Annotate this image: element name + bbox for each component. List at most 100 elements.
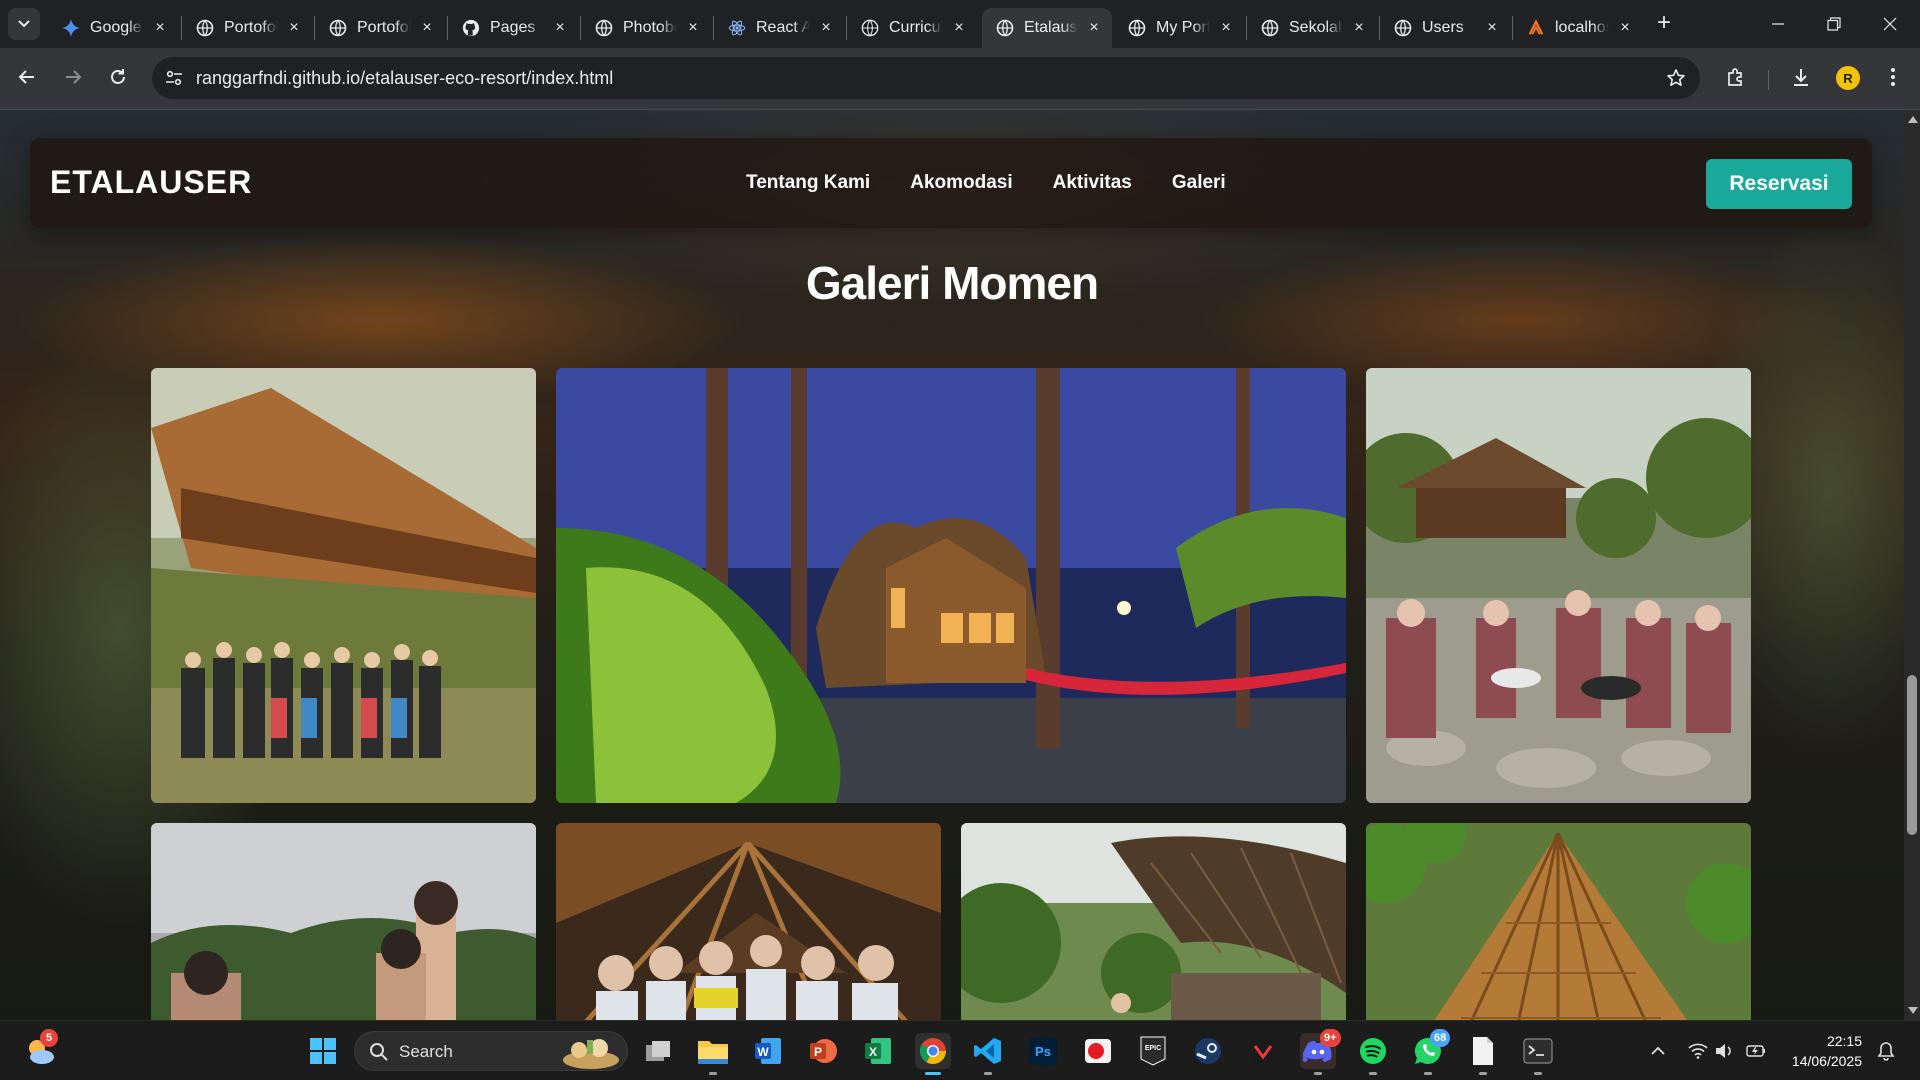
- tray-overflow-chevron-icon[interactable]: [1648, 1041, 1668, 1061]
- xampp-icon: [1527, 19, 1545, 37]
- tab-sekolah[interactable]: Sekolah ×: [1247, 8, 1377, 48]
- taskbar-vscode[interactable]: [970, 1033, 1006, 1075]
- svg-text:X: X: [869, 1045, 877, 1059]
- reservasi-button[interactable]: Reservasi: [1706, 159, 1852, 209]
- tab-pages[interactable]: Pages ×: [448, 8, 578, 48]
- system-clock[interactable]: 22:15 14/06/2025: [1788, 1031, 1862, 1071]
- svg-text:EPIC: EPIC: [1145, 1045, 1161, 1052]
- taskbar-search[interactable]: Search: [354, 1031, 628, 1071]
- vscode-icon: [974, 1038, 1001, 1064]
- tab-close-icon[interactable]: ×: [552, 20, 568, 36]
- taskbar-excel[interactable]: X: [860, 1033, 896, 1069]
- taskbar-media-app[interactable]: [1080, 1033, 1116, 1069]
- bookmark-star-icon[interactable]: [1664, 66, 1688, 90]
- taskbar-task-view[interactable]: [640, 1033, 676, 1069]
- tab-search-button[interactable]: [8, 8, 40, 40]
- tab-close-icon[interactable]: ×: [419, 20, 435, 36]
- close-window-button[interactable]: [1870, 8, 1910, 40]
- tab-close-icon[interactable]: ×: [286, 20, 302, 36]
- restore-button[interactable]: [1814, 8, 1854, 40]
- tab-close-icon[interactable]: ×: [951, 20, 967, 36]
- battery-icon[interactable]: [1746, 1041, 1766, 1061]
- taskbar-whatsapp[interactable]: 68: [1410, 1029, 1451, 1075]
- windows-taskbar: 5 Search W P X Ps EPIC 9+ 68 22:15 14/06…: [0, 1020, 1920, 1080]
- tab-label: Pages: [490, 19, 536, 36]
- gallery-photo-scouts-picnic[interactable]: [1366, 368, 1751, 803]
- site-info-icon[interactable]: [162, 66, 186, 90]
- weather-widget[interactable]: 5: [22, 1029, 58, 1069]
- windows-logo-icon: [310, 1038, 336, 1064]
- minimize-icon: [1772, 23, 1784, 25]
- tab-etalauser[interactable]: Etalauser ×: [982, 8, 1112, 48]
- scroll-down-arrow-icon[interactable]: [1908, 1007, 1918, 1014]
- tab-curriculum[interactable]: Curriculum ×: [847, 8, 977, 48]
- scroll-up-arrow-icon[interactable]: [1908, 116, 1918, 123]
- tab-close-icon[interactable]: ×: [1351, 20, 1367, 36]
- tab-close-icon[interactable]: ×: [1086, 20, 1102, 36]
- svg-text:P: P: [814, 1045, 822, 1059]
- tab-label: Users: [1422, 19, 1464, 36]
- tab-photobooth[interactable]: Photobooth ×: [581, 8, 711, 48]
- url-text[interactable]: ranggarfndi.github.io/etalauser-eco-reso…: [196, 68, 613, 89]
- tab-close-icon[interactable]: ×: [1617, 20, 1633, 36]
- taskbar-chrome[interactable]: [915, 1033, 951, 1075]
- site-logo[interactable]: ETALAUSER: [50, 164, 252, 201]
- nav-link-tentang-kami[interactable]: Tentang Kami: [746, 172, 870, 194]
- tab-portofolio-1[interactable]: Portofolio ×: [182, 8, 312, 48]
- back-button[interactable]: [12, 62, 42, 92]
- tab-close-icon[interactable]: ×: [685, 20, 701, 36]
- scrollbar-thumb[interactable]: [1907, 675, 1917, 835]
- gallery-photo-group-roof[interactable]: [556, 823, 941, 1020]
- taskbar-powerpoint[interactable]: P: [805, 1033, 841, 1069]
- discord-badge: 9+: [1320, 1029, 1341, 1047]
- taskbar-discord[interactable]: 9+: [1300, 1029, 1341, 1075]
- taskbar-steam[interactable]: [1190, 1033, 1226, 1069]
- tab-localhost[interactable]: localhost ×: [1513, 8, 1643, 48]
- start-button[interactable]: [305, 1033, 341, 1069]
- gallery-photo-children[interactable]: [151, 823, 536, 1020]
- taskbar-vivaldi[interactable]: [1245, 1033, 1281, 1069]
- tab-close-icon[interactable]: ×: [818, 20, 834, 36]
- taskbar-epic-games[interactable]: EPIC: [1135, 1033, 1171, 1069]
- tab-label: Photobooth: [623, 19, 677, 36]
- tab-my-portfolio[interactable]: My Portfolio ×: [1114, 8, 1244, 48]
- wifi-icon[interactable]: [1688, 1041, 1708, 1061]
- download-icon[interactable]: [1788, 64, 1814, 90]
- reload-button[interactable]: [103, 62, 133, 92]
- taskbar-file-explorer[interactable]: [695, 1033, 731, 1075]
- gallery-photo-cottage-night[interactable]: [556, 368, 1346, 803]
- new-tab-button[interactable]: +: [1652, 11, 1676, 36]
- tab-google[interactable]: Google ×: [48, 8, 178, 48]
- gallery-photo-roof-closeup[interactable]: [1366, 823, 1751, 1020]
- notification-bell-icon[interactable]: [1876, 1041, 1896, 1061]
- nav-link-akomodasi[interactable]: Akomodasi: [910, 172, 1012, 194]
- taskbar-spotify[interactable]: [1355, 1033, 1391, 1075]
- gallery-photo-group-hut[interactable]: [151, 368, 536, 803]
- minimize-button[interactable]: [1758, 8, 1798, 40]
- forward-button[interactable]: [58, 62, 88, 92]
- page-scrollbar[interactable]: [1904, 110, 1920, 1020]
- tab-close-icon[interactable]: ×: [1484, 20, 1500, 36]
- taskbar-terminal[interactable]: [1520, 1033, 1556, 1075]
- tab-close-icon[interactable]: ×: [152, 20, 168, 36]
- profile-avatar[interactable]: R: [1836, 66, 1860, 90]
- svg-text:Ps: Ps: [1035, 1044, 1051, 1059]
- volume-icon[interactable]: [1714, 1041, 1734, 1061]
- nav-link-galeri[interactable]: Galeri: [1172, 172, 1226, 194]
- menu-kebab-icon[interactable]: [1880, 64, 1906, 90]
- tab-react-app[interactable]: React App ×: [714, 8, 844, 48]
- gallery-photo-jungle-roof[interactable]: [961, 823, 1346, 1020]
- taskbar-photoshop[interactable]: Ps: [1025, 1033, 1061, 1069]
- steam-icon: [1195, 1038, 1221, 1064]
- taskbar-notepad[interactable]: [1465, 1033, 1501, 1075]
- taskbar-word[interactable]: W: [750, 1033, 786, 1069]
- address-bar[interactable]: ranggarfndi.github.io/etalauser-eco-reso…: [152, 57, 1700, 99]
- nav-link-aktivitas[interactable]: Aktivitas: [1053, 172, 1132, 194]
- globe-icon: [196, 19, 214, 37]
- extensions-icon[interactable]: [1723, 64, 1749, 90]
- tab-close-icon[interactable]: ×: [1218, 20, 1234, 36]
- vivaldi-icon: [1250, 1039, 1276, 1063]
- github-icon: [462, 19, 480, 37]
- tab-users[interactable]: Users ×: [1380, 8, 1510, 48]
- tab-portofolio-2[interactable]: Portofolio ×: [315, 8, 445, 48]
